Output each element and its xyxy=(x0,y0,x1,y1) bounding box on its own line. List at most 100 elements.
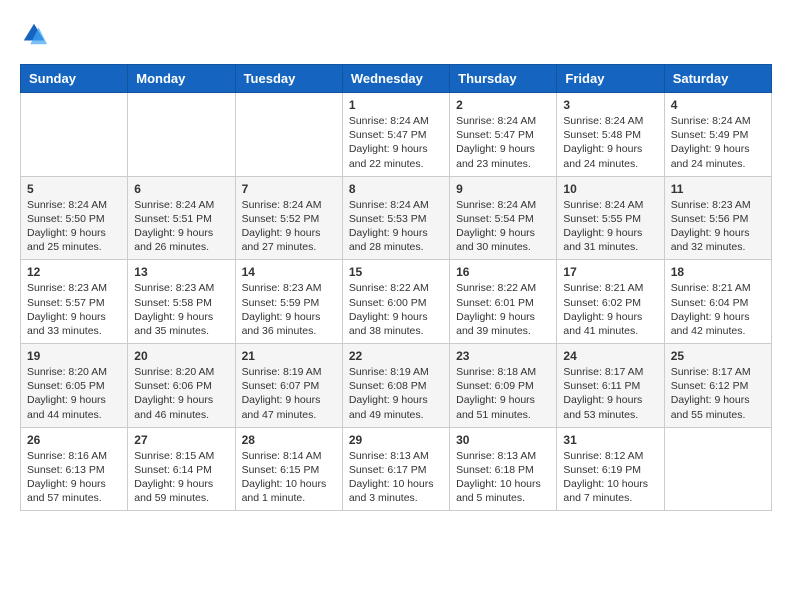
day-number: 21 xyxy=(242,349,336,363)
calendar-cell: 20Sunrise: 8:20 AM Sunset: 6:06 PM Dayli… xyxy=(128,344,235,428)
day-number: 13 xyxy=(134,265,228,279)
calendar-cell: 24 Sunrise: 8:17 AM Sunset: 6:11 PM Dayli… xyxy=(557,344,664,428)
day-number: 19 xyxy=(27,349,121,363)
day-number: 6 xyxy=(134,182,228,196)
day-info: Sunrise: 8:24 AM Sunset: 5:49 PM Dayligh… xyxy=(671,114,765,171)
calendar-cell: 19 Sunrise: 8:20 AM Sunset: 6:05 PM Dayli… xyxy=(21,344,128,428)
day-number: 1 xyxy=(349,98,443,112)
day-number: 15 xyxy=(349,265,443,279)
day-number: 22 xyxy=(349,349,443,363)
day-info: Sunrise: 8:22 AM Sunset: 6:01 PM Dayligh… xyxy=(456,281,550,338)
weekday-header-saturday: Saturday xyxy=(664,65,771,93)
day-info: Sunrise: 8:18 AM Sunset: 6:09 PM Dayligh… xyxy=(456,365,550,422)
calendar-cell: 14 Sunrise: 8:23 AM Sunset: 5:59 PM Dayli… xyxy=(235,260,342,344)
day-info: Sunrise: 8:20 AM Sunset: 6:06 PM Dayligh… xyxy=(134,365,228,422)
calendar-cell: 16 Sunrise: 8:22 AM Sunset: 6:01 PM Dayli… xyxy=(450,260,557,344)
weekday-header-monday: Monday xyxy=(128,65,235,93)
page-header xyxy=(20,20,772,48)
day-info: Sunrise: 8:21 AM Sunset: 6:02 PM Dayligh… xyxy=(563,281,657,338)
day-info: Sunrise: 8:19 AM Sunset: 6:07 PM Dayligh… xyxy=(242,365,336,422)
calendar-week-4: 19 Sunrise: 8:20 AM Sunset: 6:05 PM Dayli… xyxy=(21,344,772,428)
day-info: Sunrise: 8:13 AM Sunset: 6:18 PM Dayligh… xyxy=(456,449,550,506)
day-number: 27 xyxy=(134,433,228,447)
day-info: Sunrise: 8:17 AM Sunset: 6:12 PM Dayligh… xyxy=(671,365,765,422)
day-number: 29 xyxy=(349,433,443,447)
day-info: Sunrise: 8:24 AM Sunset: 5:51 PM Dayligh… xyxy=(134,198,228,255)
day-number: 16 xyxy=(456,265,550,279)
calendar-cell: 12Sunrise: 8:23 AM Sunset: 5:57 PM Dayli… xyxy=(21,260,128,344)
calendar-cell: 1 Sunrise: 8:24 AM Sunset: 5:47 PM Daylig… xyxy=(342,93,449,177)
day-number: 28 xyxy=(242,433,336,447)
calendar-cell xyxy=(235,93,342,177)
day-info: Sunrise: 8:23 AM Sunset: 5:56 PM Dayligh… xyxy=(671,198,765,255)
calendar-cell: 11 Sunrise: 8:23 AM Sunset: 5:56 PM Dayli… xyxy=(664,176,771,260)
day-info: Sunrise: 8:12 AM Sunset: 6:19 PM Dayligh… xyxy=(563,449,657,506)
calendar-table: SundayMondayTuesdayWednesdayThursdayFrid… xyxy=(20,64,772,511)
day-info: Sunrise: 8:22 AM Sunset: 6:00 PM Dayligh… xyxy=(349,281,443,338)
weekday-header-friday: Friday xyxy=(557,65,664,93)
day-number: 3 xyxy=(563,98,657,112)
day-info: Sunrise: 8:24 AM Sunset: 5:50 PM Dayligh… xyxy=(27,198,121,255)
day-info: Sunrise: 8:24 AM Sunset: 5:47 PM Dayligh… xyxy=(349,114,443,171)
day-info: Sunrise: 8:24 AM Sunset: 5:55 PM Dayligh… xyxy=(563,198,657,255)
calendar-cell: 31 Sunrise: 8:12 AM Sunset: 6:19 PM Dayli… xyxy=(557,427,664,511)
calendar-week-5: 26 Sunrise: 8:16 AM Sunset: 6:13 PM Dayli… xyxy=(21,427,772,511)
day-info: Sunrise: 8:17 AM Sunset: 6:11 PM Dayligh… xyxy=(563,365,657,422)
calendar-cell: 4Sunrise: 8:24 AM Sunset: 5:49 PM Daylig… xyxy=(664,93,771,177)
calendar-cell: 2Sunrise: 8:24 AM Sunset: 5:47 PM Daylig… xyxy=(450,93,557,177)
weekday-header-sunday: Sunday xyxy=(21,65,128,93)
calendar-cell: 6 Sunrise: 8:24 AM Sunset: 5:51 PM Daylig… xyxy=(128,176,235,260)
day-number: 11 xyxy=(671,182,765,196)
day-number: 25 xyxy=(671,349,765,363)
calendar-cell: 9Sunrise: 8:24 AM Sunset: 5:54 PM Daylig… xyxy=(450,176,557,260)
day-number: 14 xyxy=(242,265,336,279)
calendar-cell: 25 Sunrise: 8:17 AM Sunset: 6:12 PM Dayli… xyxy=(664,344,771,428)
calendar-week-3: 12Sunrise: 8:23 AM Sunset: 5:57 PM Dayli… xyxy=(21,260,772,344)
day-number: 8 xyxy=(349,182,443,196)
day-number: 18 xyxy=(671,265,765,279)
day-info: Sunrise: 8:19 AM Sunset: 6:08 PM Dayligh… xyxy=(349,365,443,422)
day-number: 7 xyxy=(242,182,336,196)
calendar-cell: 21 Sunrise: 8:19 AM Sunset: 6:07 PM Dayli… xyxy=(235,344,342,428)
calendar-cell: 8 Sunrise: 8:24 AM Sunset: 5:53 PM Daylig… xyxy=(342,176,449,260)
calendar-cell xyxy=(664,427,771,511)
day-number: 2 xyxy=(456,98,550,112)
day-number: 17 xyxy=(563,265,657,279)
day-info: Sunrise: 8:24 AM Sunset: 5:52 PM Dayligh… xyxy=(242,198,336,255)
day-number: 12 xyxy=(27,265,121,279)
calendar-body: 1 Sunrise: 8:24 AM Sunset: 5:47 PM Daylig… xyxy=(21,93,772,511)
calendar-cell: 27 Sunrise: 8:15 AM Sunset: 6:14 PM Dayli… xyxy=(128,427,235,511)
day-info: Sunrise: 8:16 AM Sunset: 6:13 PM Dayligh… xyxy=(27,449,121,506)
logo-icon xyxy=(20,20,48,48)
logo xyxy=(20,20,52,48)
calendar-cell: 28 Sunrise: 8:14 AM Sunset: 6:15 PM Dayli… xyxy=(235,427,342,511)
day-info: Sunrise: 8:24 AM Sunset: 5:53 PM Dayligh… xyxy=(349,198,443,255)
day-number: 24 xyxy=(563,349,657,363)
calendar-cell: 7 Sunrise: 8:24 AM Sunset: 5:52 PM Daylig… xyxy=(235,176,342,260)
day-number: 26 xyxy=(27,433,121,447)
weekday-header-tuesday: Tuesday xyxy=(235,65,342,93)
day-info: Sunrise: 8:13 AM Sunset: 6:17 PM Dayligh… xyxy=(349,449,443,506)
day-number: 10 xyxy=(563,182,657,196)
calendar-week-1: 1 Sunrise: 8:24 AM Sunset: 5:47 PM Daylig… xyxy=(21,93,772,177)
calendar-cell xyxy=(21,93,128,177)
day-info: Sunrise: 8:24 AM Sunset: 5:54 PM Dayligh… xyxy=(456,198,550,255)
day-info: Sunrise: 8:15 AM Sunset: 6:14 PM Dayligh… xyxy=(134,449,228,506)
day-info: Sunrise: 8:20 AM Sunset: 6:05 PM Dayligh… xyxy=(27,365,121,422)
day-number: 31 xyxy=(563,433,657,447)
calendar-cell: 18Sunrise: 8:21 AM Sunset: 6:04 PM Dayli… xyxy=(664,260,771,344)
weekday-header-thursday: Thursday xyxy=(450,65,557,93)
calendar-cell: 17 Sunrise: 8:21 AM Sunset: 6:02 PM Dayli… xyxy=(557,260,664,344)
day-number: 5 xyxy=(27,182,121,196)
calendar-cell: 30Sunrise: 8:13 AM Sunset: 6:18 PM Dayli… xyxy=(450,427,557,511)
calendar-header-row: SundayMondayTuesdayWednesdayThursdayFrid… xyxy=(21,65,772,93)
day-info: Sunrise: 8:23 AM Sunset: 5:59 PM Dayligh… xyxy=(242,281,336,338)
calendar-week-2: 5 Sunrise: 8:24 AM Sunset: 5:50 PM Daylig… xyxy=(21,176,772,260)
day-number: 23 xyxy=(456,349,550,363)
calendar-cell: 5 Sunrise: 8:24 AM Sunset: 5:50 PM Daylig… xyxy=(21,176,128,260)
day-info: Sunrise: 8:23 AM Sunset: 5:58 PM Dayligh… xyxy=(134,281,228,338)
weekday-header-wednesday: Wednesday xyxy=(342,65,449,93)
calendar-cell: 3Sunrise: 8:24 AM Sunset: 5:48 PM Daylig… xyxy=(557,93,664,177)
day-info: Sunrise: 8:14 AM Sunset: 6:15 PM Dayligh… xyxy=(242,449,336,506)
calendar-cell: 29 Sunrise: 8:13 AM Sunset: 6:17 PM Dayli… xyxy=(342,427,449,511)
